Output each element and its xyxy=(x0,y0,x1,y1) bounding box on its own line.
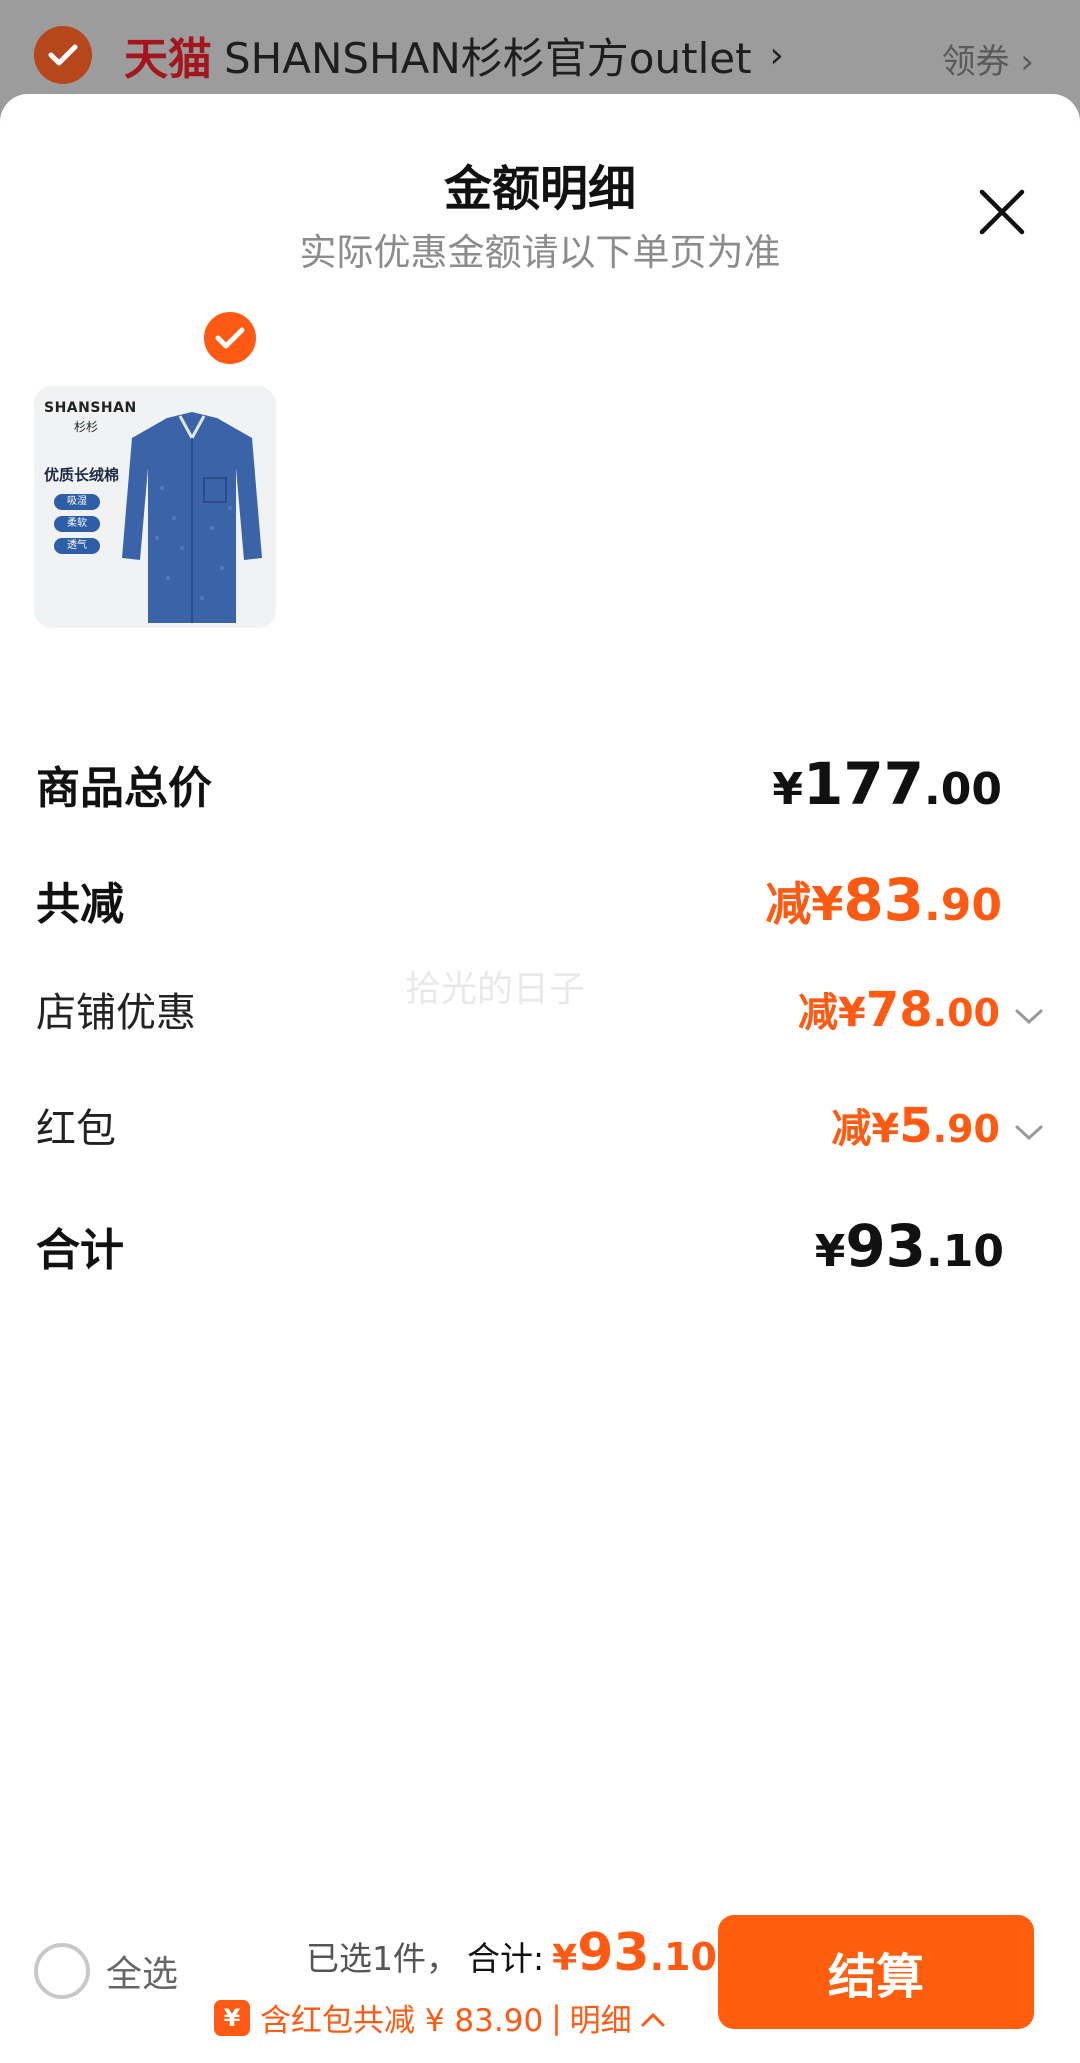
checkout-bar: 全选 已选1件， 合计: ¥ 93 .10 ¥ 含红包共减 ¥ 83.90 | … xyxy=(0,1895,1080,2063)
amount-decimal: .00 xyxy=(932,991,1000,1035)
store-discount-amount[interactable]: 减¥ 78 .00 xyxy=(798,980,1044,1038)
select-all-label: 全选 xyxy=(106,1954,179,1995)
reduction-prefix: 减¥ xyxy=(765,877,844,931)
currency-symbol: ¥ xyxy=(552,1938,578,1979)
currency-symbol: ¥ xyxy=(814,1226,846,1277)
total-integer: 93 xyxy=(577,1923,650,1983)
discount-summary[interactable]: ¥ 含红包共减 ¥ 83.90 | 明细 xyxy=(214,1995,666,2040)
red-packet-row[interactable]: 红包 减¥ 5 .90 xyxy=(36,1096,1044,1154)
red-packet-amount[interactable]: 减¥ 5 .90 xyxy=(831,1096,1044,1154)
product-brand-cn: 杉杉 xyxy=(74,420,99,434)
amount-decimal: .90 xyxy=(924,880,1002,931)
product-feature: 优质长绒棉 xyxy=(44,466,120,484)
store-name[interactable]: SHANSHAN杉杉官方outlet xyxy=(224,25,752,86)
product-thumbnail[interactable]: SHANSHAN 杉杉 优质长绒棉 吸湿 柔软 透气 xyxy=(34,386,276,628)
sum-amount: ¥ 93 .10 xyxy=(815,1212,1004,1280)
chevron-right-icon: › xyxy=(769,34,784,76)
shirt-image xyxy=(122,412,262,623)
separator: | xyxy=(551,1999,562,2036)
selected-count: 已选1件， xyxy=(306,1939,459,1978)
product-tag: 吸湿 xyxy=(54,494,100,510)
total-decimal: .10 xyxy=(649,1935,717,1979)
goods-total-row: 商品总价 ¥ 177 .00 xyxy=(36,750,1044,818)
sum-label: 合计 xyxy=(36,1225,124,1276)
sum-row: 合计 ¥ 93 .10 xyxy=(36,1212,1044,1280)
goods-total-amount: ¥ 177 .00 xyxy=(772,750,1002,818)
select-all-radio[interactable] xyxy=(34,1943,90,1999)
red-packet-icon: ¥ xyxy=(214,1999,250,2036)
amount-integer: 177 xyxy=(802,750,925,818)
goods-total-label: 商品总价 xyxy=(36,763,212,814)
amount-integer: 78 xyxy=(865,982,933,1038)
cart-page: 天猫 SHANSHAN杉杉官方outlet › 领券 › 金额明细 实际优惠金额… xyxy=(0,0,1080,2063)
amount-integer: 83 xyxy=(843,866,925,934)
currency-symbol: ¥ xyxy=(772,764,803,815)
total-reduction-amount: 减¥ 83 .90 xyxy=(765,866,1002,934)
total-reduction-label: 共减 xyxy=(36,879,124,930)
tmall-logo: 天猫 xyxy=(124,34,212,85)
red-packet-label: 红包 xyxy=(36,1106,116,1152)
product-tag: 柔软 xyxy=(54,516,100,532)
chevron-down-icon[interactable] xyxy=(1014,1124,1044,1146)
chevron-up-icon[interactable] xyxy=(640,2000,666,2036)
select-all-control[interactable]: 全选 xyxy=(34,1943,178,1999)
amount-integer: 5 xyxy=(899,1098,933,1154)
detail-link[interactable]: 明细 xyxy=(570,1995,632,2040)
total-reduction-row: 共减 减¥ 83 .90 xyxy=(36,866,1044,934)
amount-integer: 93 xyxy=(845,1212,927,1280)
checkout-button[interactable]: 结算 xyxy=(718,1915,1034,2029)
watermark: 拾光的日子 xyxy=(405,969,586,1010)
sheet-title: 金额明细 xyxy=(443,161,636,217)
chevron-down-icon[interactable] xyxy=(1014,1008,1044,1030)
coupon-link[interactable]: 领券 › xyxy=(942,34,1034,83)
reduction-prefix: 减¥ xyxy=(831,1106,900,1152)
product-tag: 透气 xyxy=(54,538,100,554)
discount-summary-text: 含红包共减 ¥ 83.90 xyxy=(260,2003,544,2039)
amount-decimal: .10 xyxy=(926,1226,1004,1277)
order-summary: 已选1件， 合计: ¥ 93 .10 xyxy=(306,1923,717,1983)
total-label: 合计: xyxy=(467,1939,545,1978)
close-icon[interactable] xyxy=(972,182,1032,242)
reduction-prefix: 减¥ xyxy=(798,990,866,1036)
amount-decimal: .90 xyxy=(932,1107,1000,1151)
amount-decimal: .00 xyxy=(924,764,1002,815)
store-discount-label: 店铺优惠 xyxy=(36,990,196,1036)
sheet-subtitle: 实际优惠金额请以下单页为准 xyxy=(299,231,781,274)
product-selected-check-icon[interactable] xyxy=(200,308,260,368)
store-check-icon[interactable] xyxy=(34,26,92,84)
amount-detail-sheet: 金额明细 实际优惠金额请以下单页为准 SHANSHAN 杉杉 优质长绒棉 吸湿 … xyxy=(0,94,1080,2063)
